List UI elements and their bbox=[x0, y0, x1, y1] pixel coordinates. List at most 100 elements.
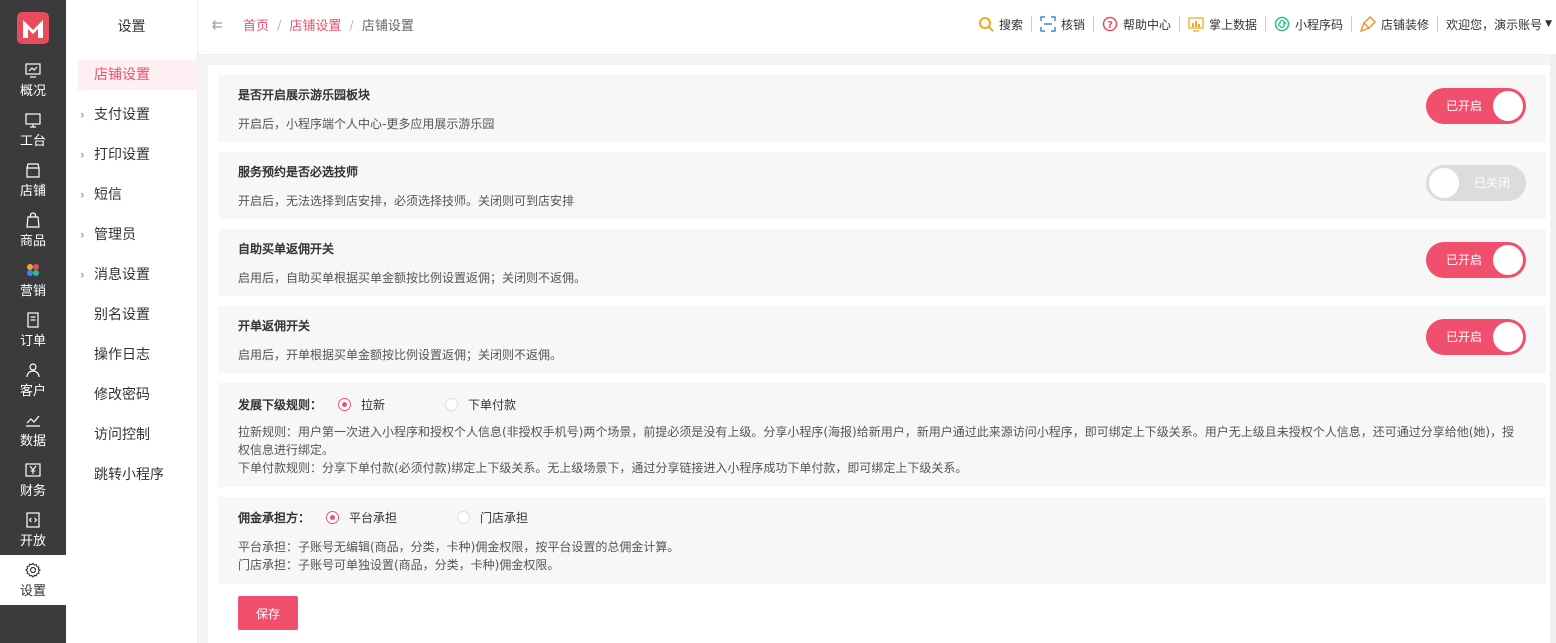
setting-toggle[interactable]: 已开启 bbox=[1426, 242, 1526, 278]
subnav-item-8[interactable]: 操作日志 bbox=[66, 335, 197, 375]
yen-icon bbox=[25, 462, 41, 477]
search-link[interactable]: 搜索 bbox=[970, 16, 1032, 32]
rail-item-11[interactable]: 设置 bbox=[0, 555, 66, 605]
svg-text:?: ? bbox=[1107, 20, 1113, 31]
subnav-item-5[interactable]: › 管理员 bbox=[66, 215, 197, 255]
radio-dot bbox=[326, 511, 340, 524]
rail-item-label: 工台 bbox=[19, 133, 46, 149]
radio-option-laxin[interactable]: 拉新 bbox=[338, 396, 385, 413]
chevron-right-icon: › bbox=[80, 188, 85, 202]
caret-down-icon: ▼ bbox=[1545, 19, 1552, 29]
radio-option-label: 平台承担 bbox=[349, 511, 398, 525]
develop-rule-desc-2: 下单付款规则：分享下单付款(必须付款)绑定上下级关系。无上级场景下，通过分享链接… bbox=[238, 461, 968, 475]
rail-item-label: 数据 bbox=[19, 433, 46, 449]
toggle-knob bbox=[1493, 91, 1523, 121]
desktop-icon bbox=[25, 112, 41, 128]
rail-item-7[interactable]: 客户 bbox=[0, 355, 66, 405]
toggle-knob bbox=[1493, 245, 1523, 275]
brush-icon bbox=[1360, 16, 1377, 32]
rail-item-8[interactable]: 数据 bbox=[0, 405, 66, 455]
rail-item-label: 开放 bbox=[19, 533, 46, 549]
toggle-state-text: 已开启 bbox=[1446, 99, 1483, 113]
setting-title: 自助买单返佣开关 bbox=[238, 242, 335, 256]
setting-description: 启用后，自助买单根据买单金额按比例设置返佣；关闭则不返佣。 bbox=[238, 271, 587, 285]
logo-icon bbox=[17, 11, 49, 44]
main-nav-rail: 概况工台店铺 商品 营销 订单客户数据财务开放设置 bbox=[0, 0, 66, 643]
chevron-right-icon: › bbox=[80, 148, 85, 162]
setting-title: 服务预约是否必选技师 bbox=[238, 165, 359, 179]
breadcrumb-separator: / bbox=[277, 19, 282, 34]
settings-content: 是否开启展示游乐园板块 开启后，小程序端个人中心-更多应用展示游乐园 已开启 服… bbox=[208, 65, 1556, 643]
subnav-item-3[interactable]: › 打印设置 bbox=[66, 135, 197, 175]
rail-item-label: 客户 bbox=[19, 383, 46, 399]
breadcrumb-home[interactable]: 首页 bbox=[243, 19, 269, 34]
subnav-item-4[interactable]: › 短信 bbox=[66, 175, 197, 215]
commission-desc-2: 门店承担：子账号可单独设置(商品，分类，卡种)佣金权限。 bbox=[238, 558, 560, 572]
setting-block-1: 是否开启展示游乐园板块 开启后，小程序端个人中心-更多应用展示游乐园 已开启 bbox=[218, 75, 1546, 142]
subnav-item-label: 消息设置 bbox=[94, 267, 150, 283]
chevron-right-icon: › bbox=[80, 268, 85, 282]
setting-block-3: 自助买单返佣开关 启用后，自助买单根据买单金额按比例设置返佣；关闭则不返佣。 已… bbox=[218, 229, 1546, 296]
verify-link[interactable]: 核销 bbox=[1032, 16, 1094, 32]
subnav-item-label: 跳转小程序 bbox=[94, 467, 164, 483]
account-menu[interactable]: 欢迎您，演示账号 ▼ bbox=[1438, 16, 1556, 32]
rail-item-9[interactable]: 财务 bbox=[0, 455, 66, 505]
setting-description: 启用后，开单根据买单金额按比例设置返佣；关闭则不返佣。 bbox=[238, 348, 563, 362]
breadcrumb-parent[interactable]: 店铺设置 bbox=[289, 19, 341, 34]
search-label: 搜索 bbox=[998, 17, 1023, 32]
breadcrumb-current: 店铺设置 bbox=[361, 19, 414, 34]
rail-item-label: 设置 bbox=[19, 583, 46, 599]
setting-toggle[interactable]: 已关闭 bbox=[1426, 165, 1526, 201]
subnav-item-7[interactable]: 别名设置 bbox=[66, 295, 197, 335]
rail-item-6[interactable]: 订单 bbox=[0, 305, 66, 355]
help-center-link[interactable]: ? 帮助中心 bbox=[1094, 16, 1181, 32]
subnav-item-10[interactable]: 访问控制 bbox=[66, 415, 197, 455]
gear-icon bbox=[25, 562, 41, 578]
subnav-item-9[interactable]: 修改密码 bbox=[66, 375, 197, 415]
collapse-sidebar-icon[interactable]: ⇇ bbox=[212, 18, 223, 33]
radio-option-order-pay[interactable]: 下单付款 bbox=[445, 396, 516, 413]
commission-radio-group: 佣金承担方： 平台承担 门店承担 bbox=[238, 509, 1526, 526]
app-root: 概况工台店铺 商品 营销 订单客户数据财务开放设置 设置 店铺设置 › 支付设置 › 打印设置… bbox=[0, 0, 1556, 643]
commission-block: 佣金承担方： 平台承担 门店承担 平台承担：子账号无编辑(商品，分类，卡种)佣金… bbox=[218, 497, 1546, 584]
rail-item-3[interactable]: 店铺 bbox=[0, 155, 66, 205]
miniprogram-label: 小程序码 bbox=[1295, 17, 1344, 32]
subnav-item-label: 别名设置 bbox=[94, 307, 150, 323]
miniprogram-code-link[interactable]: 小程序码 bbox=[1266, 16, 1353, 32]
subnav-item-label: 管理员 bbox=[94, 227, 136, 243]
subnav-item-6[interactable]: › 消息设置 bbox=[66, 255, 197, 295]
commission-desc-1: 平台承担：子账号无编辑(商品，分类，卡种)佣金权限，按平台设置的总佣金计算。 bbox=[238, 540, 680, 554]
verify-label: 核销 bbox=[1060, 17, 1085, 32]
rail-item-4[interactable]: 商品 bbox=[0, 205, 66, 255]
setting-description: 开启后，小程序端个人中心-更多应用展示游乐园 bbox=[238, 117, 495, 131]
breadcrumb-separator: / bbox=[349, 19, 354, 34]
line-chart-icon bbox=[26, 415, 40, 427]
rail-item-10[interactable]: 开放 bbox=[0, 505, 66, 555]
store-decorate-link[interactable]: 店铺装修 bbox=[1352, 16, 1439, 32]
setting-toggle[interactable]: 已开启 bbox=[1426, 88, 1526, 124]
top-header: ⇇ 首页 / 店铺设置 / 店铺设置 搜索 核销 ? 帮助中心 掌上数据 小程序… bbox=[198, 0, 1556, 55]
save-button[interactable]: 保存 bbox=[238, 596, 298, 630]
rail-item-1[interactable]: 概况 bbox=[0, 55, 66, 105]
mobile-data-link[interactable]: 掌上数据 bbox=[1180, 16, 1267, 32]
subnav-item-label: 短信 bbox=[94, 187, 122, 203]
rail-item-2[interactable]: 工台 bbox=[0, 105, 66, 155]
store-icon bbox=[26, 162, 40, 178]
chevron-right-icon: › bbox=[80, 228, 85, 242]
radio-option-label: 下单付款 bbox=[468, 398, 517, 412]
subnav-item-1[interactable]: 店铺设置 bbox=[66, 55, 198, 95]
subnav-item-2[interactable]: › 支付设置 bbox=[66, 95, 197, 135]
radio-option-store[interactable]: 门店承担 bbox=[457, 509, 528, 526]
rail-item-5[interactable]: 营销 bbox=[0, 255, 66, 305]
page-scrollbar[interactable] bbox=[1550, 55, 1556, 643]
setting-block-2: 服务预约是否必选技师 开启后，无法选择到店安排，必须选择技师。关闭则可到店安排 … bbox=[218, 152, 1546, 219]
rail-item-label: 财务 bbox=[19, 483, 46, 499]
toggle-state-text: 已关闭 bbox=[1473, 176, 1510, 190]
subnav-item-label: 修改密码 bbox=[94, 387, 150, 403]
subnav-item-11[interactable]: 跳转小程序 bbox=[66, 455, 197, 495]
subnav-item-label: 店铺设置 bbox=[78, 60, 198, 90]
commission-label: 佣金承担方： bbox=[238, 511, 311, 525]
setting-toggle[interactable]: 已开启 bbox=[1426, 319, 1526, 355]
radio-option-platform[interactable]: 平台承担 bbox=[326, 509, 397, 526]
help-label: 帮助中心 bbox=[1123, 17, 1172, 32]
